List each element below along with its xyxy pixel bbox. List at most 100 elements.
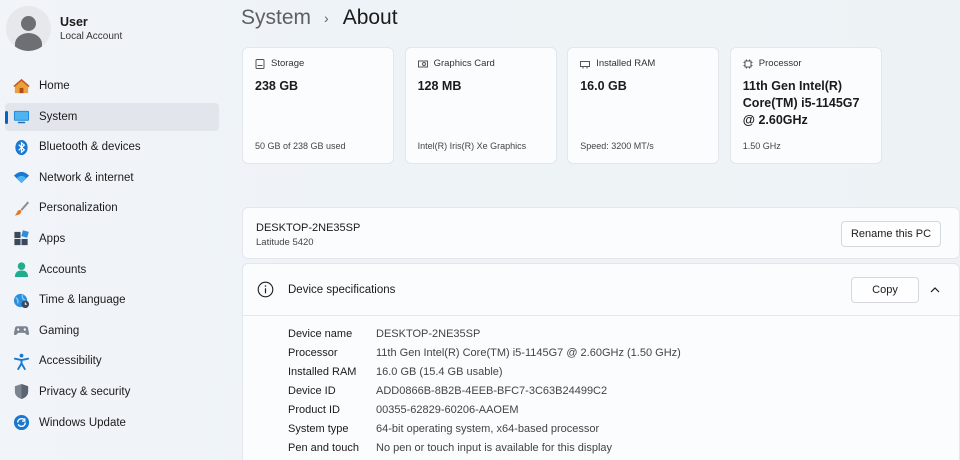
- avatar: [6, 6, 51, 51]
- spec-value: 16.0 GB (15.4 GB usable): [376, 365, 503, 378]
- card-detail: Speed: 3200 MT/s: [580, 141, 654, 151]
- card-value: 238 GB: [255, 79, 299, 93]
- sidebar-item-label: Windows Update: [39, 416, 126, 429]
- sidebar-item-label: Network & internet: [39, 171, 134, 184]
- spec-value: DESKTOP-2NE35SP: [376, 327, 481, 340]
- storage-card[interactable]: Storage 238 GB 50 GB of 238 GB used: [242, 47, 394, 164]
- sidebar-item-label: Bluetooth & devices: [39, 141, 141, 154]
- sidebar-item-windows-update[interactable]: Windows Update: [5, 409, 219, 437]
- breadcrumb-system[interactable]: System: [241, 6, 311, 30]
- spec-label: Pen and touch: [288, 441, 359, 454]
- ram-card[interactable]: Installed RAM 16.0 GB Speed: 3200 MT/s: [567, 47, 720, 164]
- bluetooth-icon: [12, 138, 30, 156]
- sidebar-item-apps[interactable]: Apps: [5, 225, 219, 253]
- sidebar-item-label: System: [39, 110, 78, 123]
- spec-label: Product ID: [288, 403, 340, 416]
- pc-name-panel: DESKTOP-2NE35SP Latitude 5420 Rename thi…: [242, 207, 960, 259]
- globe-icon: [12, 291, 30, 309]
- card-detail: 50 GB of 238 GB used: [255, 141, 346, 151]
- sidebar-item-personalization[interactable]: Personalization: [5, 194, 219, 222]
- card-detail: 1.50 GHz: [742, 141, 781, 151]
- sidebar-item-label: Home: [39, 80, 70, 92]
- copy-button[interactable]: Copy: [851, 277, 919, 303]
- storage-icon: [255, 58, 265, 69]
- sidebar-item-label: Accounts: [39, 263, 87, 276]
- spec-label: Installed RAM: [288, 365, 357, 378]
- spec-row-installed-ram: Installed RAM 16.0 GB (15.4 GB usable): [288, 362, 681, 381]
- card-title: Installed RAM: [596, 58, 656, 69]
- sidebar-item-label: Time & language: [39, 294, 126, 307]
- spec-label: Device name: [288, 327, 353, 340]
- sidebar-item-network[interactable]: Network & internet: [5, 164, 219, 192]
- spec-value: ADD0866B-8B2B-4EEB-BFC7-3C63B24499C2: [376, 384, 608, 397]
- pc-model: Latitude 5420: [256, 237, 314, 248]
- page-title: About: [342, 6, 398, 29]
- wifi-icon: [12, 169, 30, 187]
- apps-icon: [12, 230, 30, 248]
- spec-row-device-id: Device ID ADD0866B-8B2B-4EEB-BFC7-3C63B2…: [288, 381, 681, 400]
- processor-icon: [743, 59, 753, 68]
- breadcrumb: System › About: [241, 6, 398, 30]
- sidebar-item-label: Gaming: [39, 324, 80, 337]
- shield-icon: [12, 383, 30, 401]
- person-icon: [12, 261, 30, 279]
- sidebar-item-label: Accessibility: [39, 355, 102, 368]
- sidebar-item-gaming[interactable]: Gaming: [5, 317, 219, 345]
- ram-icon: [580, 60, 591, 68]
- spec-label: Device ID: [288, 384, 336, 397]
- spec-value: 11th Gen Intel(R) Core(TM) i5-1145G7 @ 2…: [376, 346, 681, 359]
- home-icon: [12, 77, 30, 95]
- chevron-up-icon[interactable]: [927, 282, 943, 298]
- breadcrumb-separator-icon: ›: [324, 10, 329, 26]
- device-specifications-header[interactable]: Device specifications Copy: [243, 264, 959, 316]
- card-value: 11th Gen Intel(R) Core(TM) i5-1145G7 @ 2…: [742, 79, 860, 127]
- sidebar: User Local Account Home System Bluetooth…: [0, 0, 226, 460]
- sidebar-item-time-language[interactable]: Time & language: [5, 286, 219, 314]
- sidebar-nav: Home System Bluetooth & devices Network …: [5, 72, 219, 439]
- controller-icon: [12, 322, 30, 340]
- device-specifications-list: Device name DESKTOP-2NE35SP Processor 11…: [288, 324, 681, 457]
- sidebar-item-accounts[interactable]: Accounts: [5, 256, 219, 284]
- system-icon: [12, 108, 30, 126]
- sidebar-item-home[interactable]: Home: [5, 72, 219, 100]
- sidebar-item-bluetooth[interactable]: Bluetooth & devices: [5, 133, 219, 161]
- sidebar-item-label: Privacy & security: [39, 385, 131, 398]
- sidebar-item-label: Apps: [39, 232, 66, 245]
- main-content: System › About Storage 238 GB 50 GB of 2…: [241, 0, 960, 460]
- card-title: Processor: [758, 58, 802, 69]
- device-specifications-title: Device specifications: [288, 284, 396, 296]
- user-account-type: Local Account: [60, 30, 123, 42]
- device-specifications-panel: Device specifications Copy Device name D…: [242, 263, 960, 460]
- sidebar-item-system[interactable]: System: [5, 102, 219, 131]
- user-name: User: [60, 14, 88, 29]
- spec-label: Processor: [288, 346, 338, 359]
- processor-card[interactable]: Processor 11th Gen Intel(R) Core(TM) i5-…: [729, 47, 882, 164]
- spec-value: No pen or touch input is available for t…: [376, 441, 613, 454]
- card-value: 128 MB: [417, 79, 462, 93]
- graphics-card-card[interactable]: Graphics Card 128 MB Intel(R) Iris(R) Xe…: [404, 47, 557, 164]
- spec-row-pen-touch: Pen and touch No pen or touch input is a…: [288, 438, 681, 457]
- card-value: 16.0 GB: [580, 79, 627, 93]
- user-profile[interactable]: User Local Account: [6, 6, 122, 51]
- spec-cards: Storage 238 GB 50 GB of 238 GB used Grap…: [242, 47, 892, 164]
- info-icon: [257, 281, 274, 298]
- sidebar-item-accessibility[interactable]: Accessibility: [5, 347, 219, 375]
- rename-pc-button[interactable]: Rename this PC: [841, 221, 941, 247]
- accessibility-icon: [12, 352, 30, 370]
- spec-label: System type: [288, 422, 349, 435]
- brush-icon: [12, 199, 30, 217]
- sidebar-item-label: Personalization: [39, 202, 118, 215]
- sidebar-item-privacy-security[interactable]: Privacy & security: [5, 378, 219, 406]
- update-icon: [12, 414, 30, 432]
- spec-value: 00355-62829-60206-AAOEM: [376, 403, 519, 416]
- card-detail: Intel(R) Iris(R) Xe Graphics: [417, 141, 527, 151]
- settings-window: User Local Account Home System Bluetooth…: [0, 0, 960, 460]
- spec-row-product-id: Product ID 00355-62829-60206-AAOEM: [288, 400, 681, 419]
- pc-name: DESKTOP-2NE35SP: [256, 222, 361, 234]
- spec-value: 64-bit operating system, x64-based proce…: [376, 422, 600, 435]
- graphics-card-icon: [417, 60, 428, 67]
- spec-row-processor: Processor 11th Gen Intel(R) Core(TM) i5-…: [288, 343, 681, 362]
- spec-row-system-type: System type 64-bit operating system, x64…: [288, 419, 681, 438]
- card-title: Storage: [271, 58, 305, 69]
- spec-row-device-name: Device name DESKTOP-2NE35SP: [288, 324, 681, 343]
